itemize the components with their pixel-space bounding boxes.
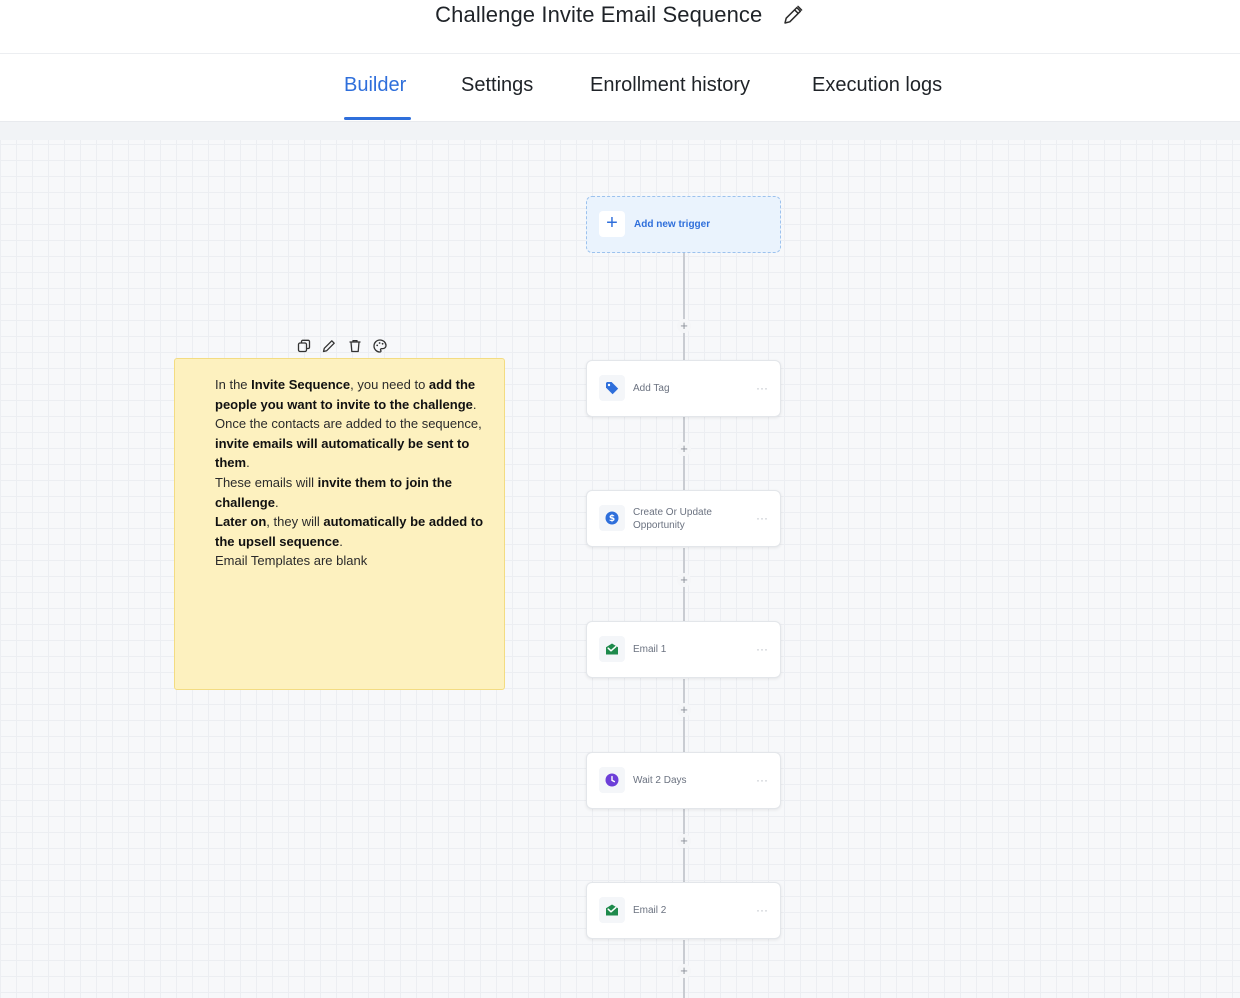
- note-text-segment: , they will: [266, 514, 324, 530]
- note-text-segment: , you need to: [350, 377, 429, 392]
- note-text-segment: .: [339, 533, 343, 549]
- note-text-segment: .: [274, 494, 279, 510]
- note-text-bold: invite emails will automatically be sent…: [215, 435, 470, 471]
- copy-icon[interactable]: [296, 338, 312, 354]
- trash-icon[interactable]: [347, 338, 363, 354]
- tab-enrollment-history[interactable]: Enrollment history: [590, 74, 750, 97]
- plus-icon: +: [599, 211, 625, 237]
- tag-icon: [599, 375, 625, 401]
- node-label: Email 2: [633, 905, 667, 916]
- node-more-options-button[interactable]: ···: [756, 642, 768, 656]
- active-tab-indicator: [344, 117, 411, 120]
- sticky-note[interactable]: In the Invite Sequence, you need to add …: [174, 358, 505, 690]
- action-node-email-1[interactable]: Email 1 ···: [586, 621, 781, 678]
- pencil-icon[interactable]: [321, 338, 337, 354]
- action-node-add-tag[interactable]: Add Tag ···: [586, 360, 781, 417]
- note-text-segment: Once the contacts are added to the seque…: [215, 416, 482, 432]
- add-step-button[interactable]: +: [677, 834, 691, 848]
- node-more-options-button[interactable]: ···: [756, 903, 768, 917]
- add-step-button[interactable]: +: [677, 319, 691, 333]
- add-step-button[interactable]: +: [677, 703, 691, 717]
- add-step-button[interactable]: +: [677, 442, 691, 456]
- email-icon: [599, 636, 625, 662]
- add-trigger-label: Add new trigger: [634, 219, 711, 230]
- note-text-segment: .: [246, 455, 250, 471]
- tab-bar: Builder Settings Enrollment history Exec…: [0, 54, 1240, 122]
- note-text-segment: In the: [215, 377, 252, 392]
- svg-text:$: $: [609, 514, 615, 524]
- clock-icon: [599, 767, 625, 793]
- node-more-options-button[interactable]: ···: [756, 381, 768, 395]
- node-more-options-button[interactable]: ···: [756, 773, 768, 787]
- add-trigger-button[interactable]: + Add new trigger: [586, 196, 781, 253]
- note-text-bold: Invite Sequence: [251, 377, 351, 392]
- node-label: Add Tag: [633, 383, 670, 394]
- note-text-segment: Email Templates are blank: [215, 553, 368, 569]
- node-more-options-button[interactable]: ···: [756, 511, 768, 525]
- note-text-bold: Later on: [215, 514, 267, 530]
- tab-settings[interactable]: Settings: [461, 74, 533, 97]
- node-label: Create Or Update Opportunity: [633, 507, 712, 531]
- add-step-button[interactable]: +: [677, 964, 691, 978]
- email-icon: [599, 897, 625, 923]
- tab-builder[interactable]: Builder: [344, 74, 406, 97]
- note-text-segment: These emails will: [215, 474, 318, 490]
- dollar-icon: $: [599, 505, 625, 531]
- page-title: Challenge Invite Email Sequence: [435, 2, 763, 27]
- add-step-button[interactable]: +: [677, 573, 691, 587]
- title-bar: Challenge Invite Email Sequence: [0, 0, 1240, 54]
- action-node-wait-2-days[interactable]: Wait 2 Days ···: [586, 752, 781, 809]
- palette-icon[interactable]: [372, 338, 388, 354]
- node-label: Wait 2 Days: [633, 775, 687, 786]
- edit-title-pencil-icon[interactable]: [781, 3, 805, 27]
- action-node-email-2[interactable]: Email 2 ···: [586, 882, 781, 939]
- sticky-note-text: In the Invite Sequence, you need to add …: [215, 375, 495, 571]
- connector-line: [683, 253, 685, 360]
- canvas-top-strip: [0, 122, 1240, 140]
- title-wrap: Challenge Invite Email Sequence: [0, 2, 1240, 32]
- note-toolbar: [296, 338, 393, 356]
- note-text-segment: .: [472, 396, 477, 412]
- node-label: Email 1: [633, 644, 667, 655]
- tab-execution-logs[interactable]: Execution logs: [812, 74, 942, 97]
- action-node-create-update-opportunity[interactable]: $ Create Or Update Opportunity ···: [586, 490, 781, 547]
